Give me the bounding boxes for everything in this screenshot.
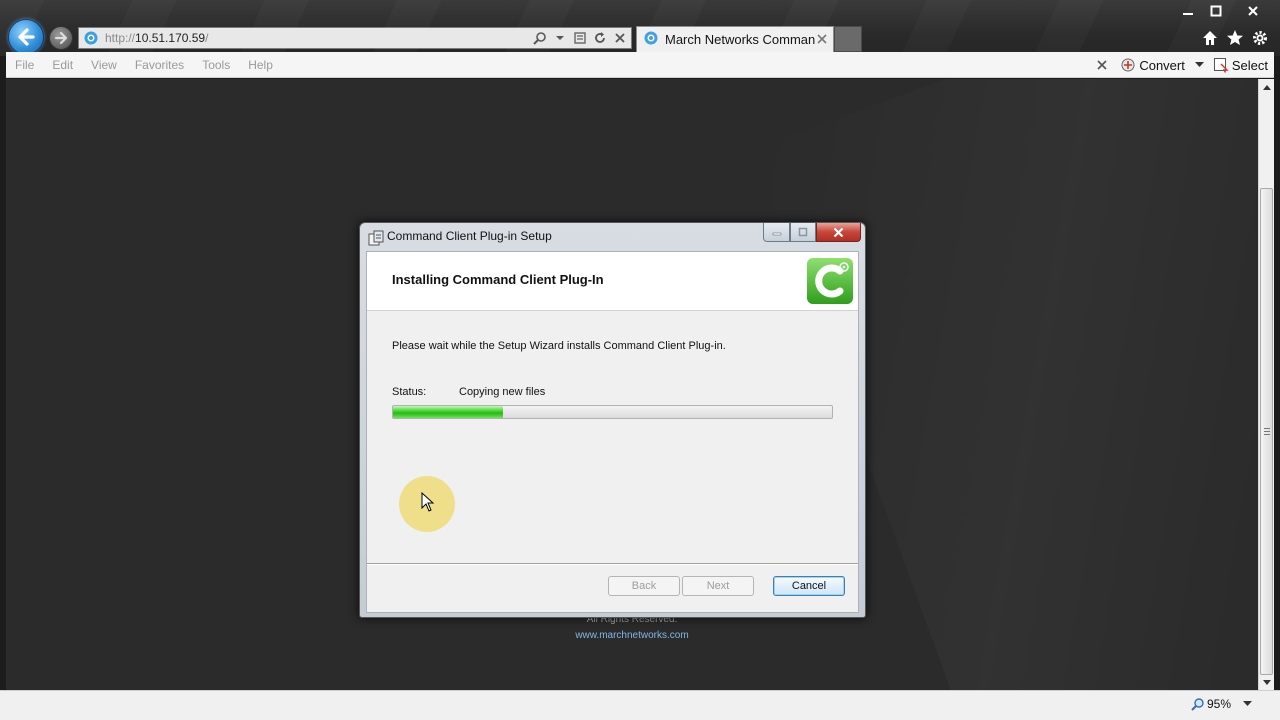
menu-help[interactable]: Help: [239, 58, 282, 72]
menu-tools[interactable]: Tools: [193, 58, 239, 72]
scrollbar-grip: [1264, 428, 1270, 435]
convert-label: Convert: [1139, 57, 1185, 73]
status-label: Status:: [392, 386, 427, 398]
refresh-icon[interactable]: [593, 31, 607, 45]
tab-march-networks[interactable]: March Networks Comman...: [636, 26, 834, 52]
stop-icon[interactable]: [613, 31, 627, 45]
scroll-up-icon[interactable]: [1259, 79, 1275, 95]
close-icon: [1248, 6, 1258, 16]
tab-label: March Networks Comman...: [665, 32, 815, 47]
dialog-minimize-button[interactable]: [763, 223, 790, 242]
installer-icon: [368, 230, 384, 246]
compatibility-view-icon[interactable]: [573, 31, 587, 45]
dialog-header: Installing Command Client Plug-In: [367, 252, 858, 311]
convert-dropdown-icon[interactable]: [1195, 60, 1205, 70]
zoom-dropdown-icon: [1243, 701, 1252, 706]
new-tab-button[interactable]: [834, 26, 862, 52]
vertical-scrollbar[interactable]: [1258, 79, 1274, 690]
status-bar: 95%: [0, 690, 1280, 720]
address-bar[interactable]: http://10.51.170.59/: [78, 27, 632, 49]
search-icon[interactable]: [533, 31, 547, 45]
star-icon[interactable]: [1225, 28, 1245, 48]
maximize-icon: [798, 227, 808, 237]
tab-favicon-icon: [643, 30, 659, 49]
window-close-button[interactable]: [1238, 2, 1268, 20]
back-button[interactable]: [8, 19, 44, 55]
mouse-pointer-icon: [421, 492, 435, 512]
toolbar-close-icon[interactable]: [1094, 57, 1110, 73]
next-button-disabled[interactable]: Next: [682, 576, 754, 596]
menu-edit[interactable]: Edit: [43, 58, 82, 72]
dialog-close-button[interactable]: [816, 223, 861, 242]
select-icon: [1213, 58, 1229, 73]
status-value: Copying new files: [459, 386, 546, 398]
select-button[interactable]: Select: [1213, 57, 1268, 73]
command-client-logo-icon: [807, 258, 853, 304]
zoom-label: 95%: [1206, 697, 1231, 711]
dialog-body: Installing Command Client Plug-In Please…: [366, 251, 859, 613]
tab-close-icon[interactable]: [815, 32, 829, 46]
forward-arrow-icon: [54, 31, 68, 45]
dialog-footer-separator: [367, 563, 858, 565]
cancel-button[interactable]: Cancel: [773, 576, 845, 596]
forward-button[interactable]: [49, 26, 73, 50]
convert-button[interactable]: Convert: [1120, 57, 1185, 73]
menu-view[interactable]: View: [82, 58, 126, 72]
setup-dialog: Command Client Plug-in Setup Installing …: [359, 222, 866, 618]
minimize-icon: [1183, 13, 1193, 15]
dialog-window-controls: [763, 223, 861, 242]
close-icon: [833, 227, 844, 237]
back-arrow-icon: [18, 28, 35, 46]
dialog-title: Command Client Plug-in Setup: [387, 229, 552, 243]
progress-fill: [393, 406, 503, 418]
home-icon[interactable]: [1200, 28, 1220, 48]
address-text: http://10.51.170.59/: [105, 31, 209, 45]
gear-icon[interactable]: [1250, 28, 1270, 48]
browser-titlebar: http://10.51.170.59/ March Networks Comm…: [0, 0, 1280, 56]
search-dropdown-icon[interactable]: [553, 31, 567, 45]
dialog-maximize-button[interactable]: [790, 223, 816, 242]
site-favicon-icon: [83, 30, 99, 46]
window-minimize-button[interactable]: [1173, 2, 1203, 20]
install-progress-bar: [392, 405, 833, 419]
minimize-icon: [772, 232, 781, 236]
magnifier-icon: [1191, 698, 1204, 711]
convert-pdf-icon: [1121, 58, 1135, 72]
scrollbar-thumb[interactable]: [1260, 188, 1273, 675]
maximize-icon: [1210, 5, 1222, 17]
scroll-down-icon[interactable]: [1259, 674, 1275, 690]
dialog-heading: Installing Command Client Plug-In: [392, 272, 604, 287]
menu-favorites[interactable]: Favorites: [126, 58, 193, 72]
select-label: Select: [1231, 57, 1268, 73]
footer-website-link[interactable]: www.marchnetworks.com: [6, 630, 1258, 641]
window-maximize-button[interactable]: [1201, 2, 1231, 20]
dialog-description: Please wait while the Setup Wizard insta…: [392, 340, 726, 352]
zoom-control[interactable]: 95%: [1191, 697, 1252, 711]
menu-bar: File Edit View Favorites Tools Help Conv…: [6, 52, 1274, 78]
menu-file[interactable]: File: [6, 58, 43, 72]
back-button-disabled[interactable]: Back: [608, 576, 680, 596]
